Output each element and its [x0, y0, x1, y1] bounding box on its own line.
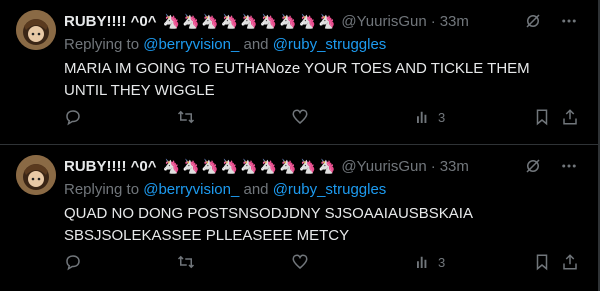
more-icon[interactable]	[560, 157, 578, 175]
separator-dot: ·	[430, 157, 436, 175]
grok-icon[interactable]	[524, 12, 542, 30]
tweet-header: RUBY!!!! ^0^ 🦄🦄🦄🦄🦄🦄🦄🦄🦄 @YuurisGun · 33m	[64, 11, 469, 31]
unicorn-emojis: 🦄🦄🦄🦄🦄🦄🦄🦄🦄	[162, 157, 338, 174]
avatar[interactable]	[16, 10, 56, 50]
mention-link[interactable]: @ruby_struggles	[273, 36, 387, 53]
reply-button[interactable]	[64, 108, 82, 126]
timestamp[interactable]: 33m	[440, 13, 469, 30]
tweet-text: MARIA IM GOING TO EUTHANoze YOUR TOES AN…	[64, 60, 530, 99]
separator-dot: ·	[430, 12, 436, 30]
retweet-button[interactable]	[177, 108, 195, 126]
display-name[interactable]: RUBY!!!! ^0^	[64, 158, 157, 175]
replying-and: and	[243, 36, 269, 53]
tweet[interactable]: RUBY!!!! ^0^ 🦄🦄🦄🦄🦄🦄🦄🦄🦄 @YuurisGun · 33m …	[0, 0, 598, 145]
tweet[interactable]: RUBY!!!! ^0^ 🦄🦄🦄🦄🦄🦄🦄🦄🦄 @YuurisGun · 33m …	[0, 145, 598, 291]
avatar[interactable]	[16, 155, 56, 195]
reply-icon	[66, 110, 80, 126]
reply-icon	[66, 255, 80, 271]
retweet-icon	[177, 110, 195, 124]
reply-button[interactable]	[64, 253, 82, 271]
heart-icon	[292, 254, 308, 269]
views-icon	[417, 256, 427, 268]
more-icon[interactable]	[560, 12, 578, 30]
bookmark-icon	[536, 109, 548, 126]
views-count: 3	[438, 254, 446, 270]
replying-prefix: Replying to	[64, 36, 140, 53]
views-count: 3	[438, 109, 446, 125]
mention-link[interactable]: @ruby_struggles	[273, 181, 387, 198]
share-icon	[563, 254, 577, 270]
bookmark-button[interactable]	[533, 108, 551, 126]
like-button[interactable]	[291, 108, 309, 126]
views-icon	[417, 111, 427, 123]
tweet-text: QUAD NO DONG POSTSNSODJDNY SJSOAAIAUSBSK…	[64, 205, 473, 244]
tweet-header: RUBY!!!! ^0^ 🦄🦄🦄🦄🦄🦄🦄🦄🦄 @YuurisGun · 33m	[64, 156, 469, 176]
unicorn-emojis: 🦄🦄🦄🦄🦄🦄🦄🦄🦄	[162, 12, 338, 29]
bookmark-button[interactable]	[533, 253, 551, 271]
replying-to: Replying to @berryvision_ and @ruby_stru…	[64, 36, 386, 53]
timestamp[interactable]: 33m	[440, 158, 469, 175]
retweet-icon	[177, 255, 195, 269]
replying-and: and	[243, 181, 269, 198]
user-handle[interactable]: @YuurisGun	[341, 158, 426, 175]
like-button[interactable]	[291, 253, 309, 271]
replying-prefix: Replying to	[64, 181, 140, 198]
views-button[interactable]: 3	[414, 108, 445, 126]
display-name[interactable]: RUBY!!!! ^0^	[64, 13, 157, 30]
share-button[interactable]	[561, 253, 579, 271]
heart-icon	[292, 109, 308, 124]
share-icon	[563, 109, 577, 125]
views-button[interactable]: 3	[414, 253, 445, 271]
user-handle[interactable]: @YuurisGun	[341, 13, 426, 30]
tweet-actions: 3	[64, 253, 584, 277]
grok-icon[interactable]	[524, 157, 542, 175]
replying-to: Replying to @berryvision_ and @ruby_stru…	[64, 181, 386, 198]
bookmark-icon	[536, 254, 548, 271]
mention-link[interactable]: @berryvision_	[143, 181, 239, 198]
retweet-button[interactable]	[177, 253, 195, 271]
share-button[interactable]	[561, 108, 579, 126]
mention-link[interactable]: @berryvision_	[143, 36, 239, 53]
tweet-actions: 3	[64, 108, 584, 132]
